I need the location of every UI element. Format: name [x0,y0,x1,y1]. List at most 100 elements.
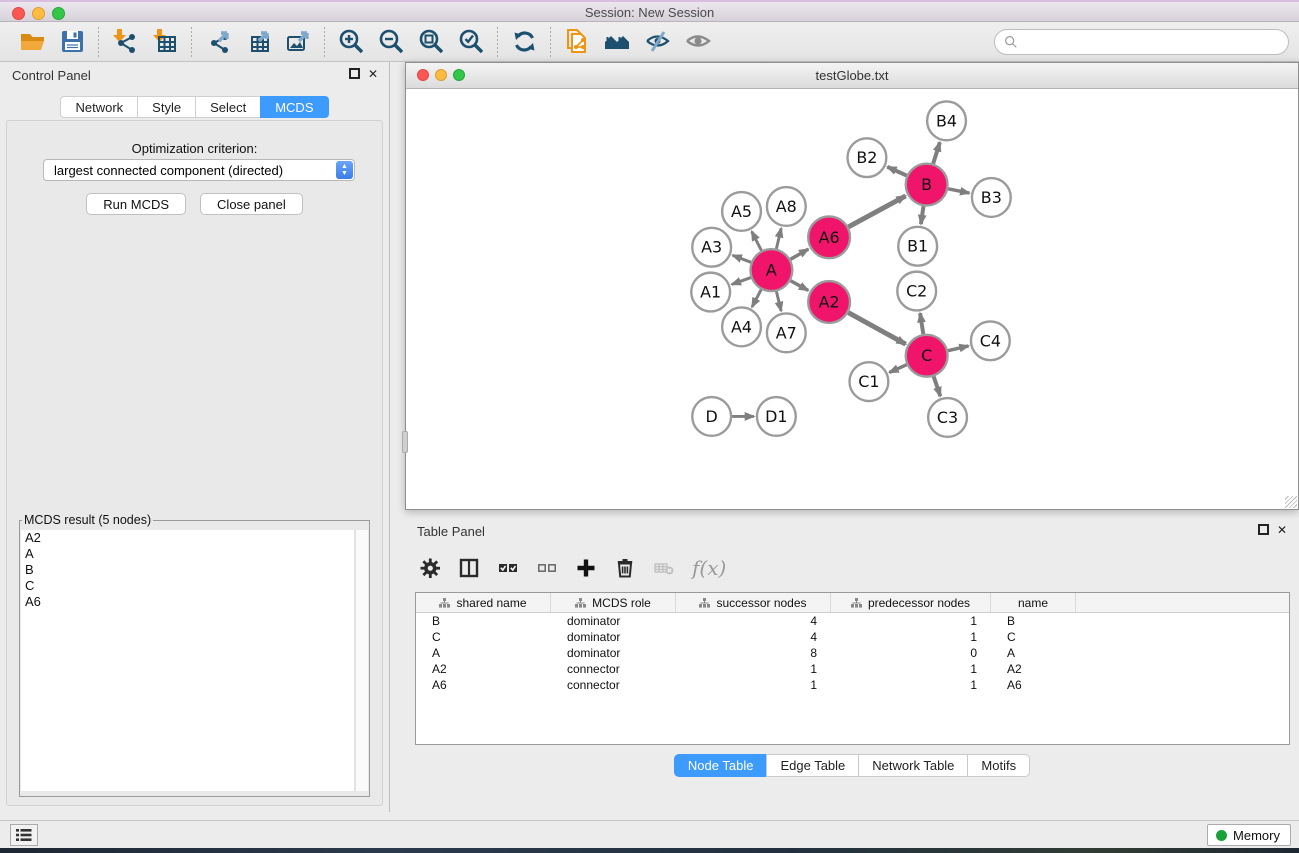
table-cell[interactable]: dominator [551,613,676,629]
table-cell[interactable]: A6 [991,677,1076,693]
import-network-icon[interactable] [105,25,145,59]
memory-button[interactable]: Memory [1207,824,1291,846]
search-input[interactable] [1024,32,1288,52]
tab-edge-table[interactable]: Edge Table [766,754,858,777]
tab-network-table[interactable]: Network Table [858,754,967,777]
column-header-name[interactable]: name [991,593,1076,613]
mcds-list-scrollbar[interactable] [355,530,368,791]
mcds-result-item[interactable]: B [21,562,354,578]
column-view-icon[interactable] [458,557,480,579]
edge-B-B2[interactable] [887,167,906,176]
edge-C-C1[interactable] [889,365,906,373]
node-table[interactable]: shared nameMCDS rolesuccessor nodesprede… [415,592,1290,745]
edge-A2-C[interactable] [848,313,905,345]
import-table-icon[interactable] [145,25,185,59]
graph-node-A2[interactable]: A2 [808,281,850,323]
mcds-result-item[interactable]: C [21,578,354,594]
graph-node-A6[interactable]: A6 [808,216,850,258]
export-table-icon[interactable] [238,25,278,59]
tab-select[interactable]: Select [195,96,260,118]
graph-node-C3[interactable]: C3 [928,398,967,437]
add-column-icon[interactable] [575,557,597,579]
table-cell[interactable]: 8 [676,645,831,661]
column-header-successor-nodes[interactable]: successor nodes [676,593,831,613]
table-cell[interactable]: 1 [831,661,991,677]
export-image-icon[interactable] [278,25,318,59]
zoom-in-icon[interactable] [331,25,371,59]
table-cell[interactable]: A [991,645,1076,661]
table-cell[interactable]: A [416,645,551,661]
table-row[interactable]: A2connector11A2 [416,661,1289,677]
table-cell[interactable]: dominator [551,629,676,645]
edge-B-B4[interactable] [933,142,940,163]
edge-B-B3[interactable] [948,189,969,193]
table-row[interactable]: Adominator80A [416,645,1289,661]
column-header-shared-name[interactable]: shared name [416,593,551,613]
tab-node-table[interactable]: Node Table [674,754,767,777]
graph-node-C4[interactable]: C4 [971,321,1010,360]
graph-node-B[interactable]: B [906,164,948,206]
edge-A-A2[interactable] [791,281,809,291]
edge-C-C3[interactable] [934,376,941,396]
home-icon[interactable] [597,25,637,59]
close-panel-button[interactable]: Close panel [200,193,303,215]
table-cell[interactable]: C [991,629,1076,645]
graph-node-A8[interactable]: A8 [767,187,806,226]
graph-node-B4[interactable]: B4 [927,101,966,140]
table-row[interactable]: A6connector11A6 [416,677,1289,693]
run-mcds-button[interactable]: Run MCDS [86,193,186,215]
edge-A6-B[interactable] [848,196,905,227]
show-all-icon[interactable] [677,25,717,59]
table-cell[interactable]: 4 [676,629,831,645]
graph-node-A1[interactable]: A1 [691,273,730,312]
table-cell[interactable]: B [416,613,551,629]
mcds-result-list[interactable]: A2ABCA6 [21,530,355,791]
zoom-fit-icon[interactable] [411,25,451,59]
edge-A-A3[interactable] [733,255,751,262]
float-table-panel-icon[interactable] [1258,524,1269,535]
tab-mcds[interactable]: MCDS [260,96,328,118]
graph-node-D1[interactable]: D1 [757,397,796,436]
tab-network[interactable]: Network [60,96,137,118]
table-row[interactable]: Bdominator41B [416,613,1289,629]
edge-C-C4[interactable] [948,346,969,351]
search-field[interactable] [994,29,1289,55]
table-cell[interactable]: A2 [416,661,551,677]
table-row[interactable]: Cdominator41C [416,629,1289,645]
table-cell[interactable]: 0 [831,645,991,661]
delete-column-icon[interactable] [614,557,636,579]
table-cell[interactable]: 1 [676,677,831,693]
refresh-icon[interactable] [504,25,544,59]
table-cell[interactable]: A2 [991,661,1076,677]
graph-node-C2[interactable]: C2 [897,272,936,311]
table-cell[interactable]: A6 [416,677,551,693]
deselect-all-icon[interactable] [536,557,558,579]
open-file-icon[interactable] [12,25,52,59]
optimization-criterion-select[interactable]: largest connected component (directed) ▲… [43,159,355,181]
table-cell[interactable]: 1 [831,629,991,645]
graph-node-A7[interactable]: A7 [767,313,806,352]
edge-A-A8[interactable] [776,228,781,249]
zoom-selected-icon[interactable] [451,25,491,59]
network-graph[interactable]: B4B2BB3A5A8A6B1A3AC2A1A2A4A7C4CC1C3DD1 [406,89,1298,509]
table-cell[interactable]: 1 [831,613,991,629]
float-panel-icon[interactable] [349,68,360,79]
table-cell[interactable]: C [416,629,551,645]
table-cell[interactable]: dominator [551,645,676,661]
graph-node-A4[interactable]: A4 [722,307,761,346]
table-cell[interactable]: 1 [831,677,991,693]
hide-selected-icon[interactable] [637,25,677,59]
mcds-result-item[interactable]: A2 [21,530,354,546]
graph-node-C1[interactable]: C1 [850,362,889,401]
table-cell[interactable]: B [991,613,1076,629]
network-window-titlebar[interactable]: testGlobe.txt [406,63,1298,89]
edge-A-A4[interactable] [752,290,761,308]
export-network-icon[interactable] [198,25,238,59]
graph-node-C[interactable]: C [906,335,948,377]
close-panel-icon[interactable]: ✕ [366,68,380,82]
mcds-result-item[interactable]: A [21,546,354,562]
task-history-button[interactable] [10,824,38,846]
graph-node-D[interactable]: D [692,397,731,436]
graph-node-A3[interactable]: A3 [692,228,731,267]
table-cell[interactable]: 1 [676,661,831,677]
